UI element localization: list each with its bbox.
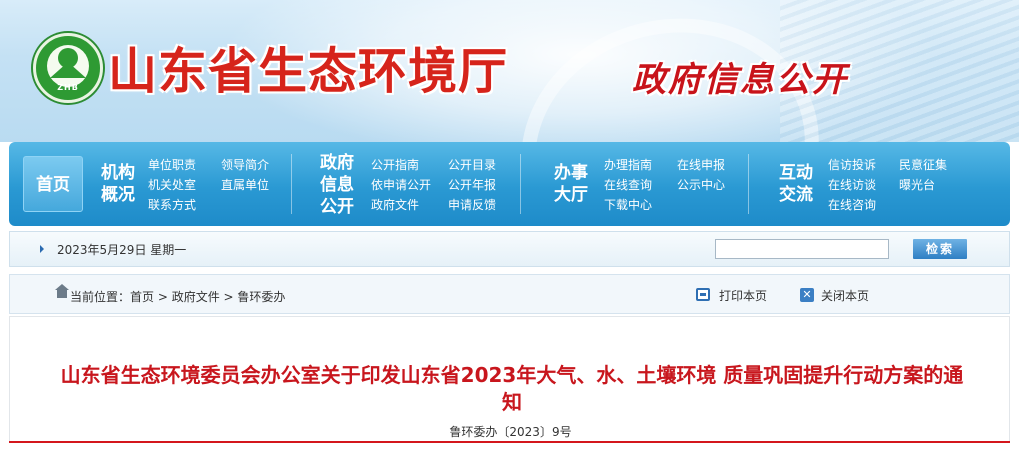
nav-home[interactable]: 首页 (23, 156, 83, 212)
nav-group-title-line: 互动 (779, 163, 813, 183)
nav-link-apply-feedback[interactable]: 申请反馈 (448, 196, 496, 213)
nav-group-title-line: 政府 (320, 153, 354, 173)
nav-link-subordinate-units[interactable]: 直属单位 (221, 176, 269, 193)
nav-link-online-consult[interactable]: 在线咨询 (828, 196, 876, 213)
print-page-link[interactable]: 打印本页 (719, 287, 767, 304)
nav-link-online-query[interactable]: 在线查询 (604, 176, 652, 193)
nav-link-service-guide[interactable]: 办理指南 (604, 156, 652, 173)
nav-group-interaction-title[interactable]: 互动 交流 (779, 162, 813, 206)
breadcrumb-separator: > (154, 290, 172, 304)
close-icon[interactable]: ✕ (800, 288, 814, 302)
nav-link-online-apply[interactable]: 在线申报 (677, 156, 725, 173)
nav-link-gov-documents[interactable]: 政府文件 (371, 196, 419, 213)
breadcrumb-item-current[interactable]: 鲁环委办 (237, 290, 285, 304)
site-logo[interactable]: ZHB (33, 33, 103, 103)
nav-group-title-line: 交流 (779, 185, 813, 205)
nav-link-exposure[interactable]: 曝光台 (899, 176, 935, 193)
nav-link-download-center[interactable]: 下载中心 (604, 196, 652, 213)
nav-group-title-line: 机构 (101, 163, 135, 183)
header-banner: ZHB 山东省生态环境厅 政府信息公开 (0, 0, 1019, 142)
print-icon[interactable] (696, 288, 710, 301)
nav-group-title-line: 大厅 (554, 185, 588, 205)
nav-link-apply-disclosure[interactable]: 依申请公开 (371, 176, 431, 193)
close-page-link[interactable]: 关闭本页 (821, 287, 869, 304)
nav-link-departments[interactable]: 机关处室 (148, 176, 196, 193)
nav-link-contact[interactable]: 联系方式 (148, 196, 196, 213)
site-title: 山东省生态环境厅 (108, 43, 509, 100)
document-content: 山东省生态环境委员会办公室关于印发山东省2023年大气、水、土壤环境 质量巩固提… (9, 316, 1010, 442)
nav-link-petition[interactable]: 信访投诉 (828, 156, 876, 173)
breadcrumb-label: 当前位置： (70, 290, 131, 304)
nav-group-title-line: 信息 (320, 175, 354, 195)
nav-group-title-line: 办事 (554, 163, 588, 183)
nav-group-org-title[interactable]: 机构 概况 (101, 162, 135, 206)
nav-group-title-line: 公开 (320, 197, 354, 217)
breadcrumb-bar: 当前位置：首页 > 政府文件 > 鲁环委办 打印本页 ✕ 关闭本页 (9, 274, 1010, 314)
nav-link-disclosure-guide[interactable]: 公开指南 (371, 156, 419, 173)
breadcrumb: 当前位置：首页 > 政府文件 > 鲁环委办 (70, 288, 285, 305)
nav-link-annual-report[interactable]: 公开年报 (448, 176, 496, 193)
nav-group-service-hall-title[interactable]: 办事 大厅 (554, 162, 588, 206)
breadcrumb-separator: > (219, 290, 238, 304)
date-search-bar: 2023年5月29日 星期一 检索 (9, 231, 1010, 267)
nav-group-gov-info-title[interactable]: 政府 信息 公开 (320, 152, 354, 218)
nav-link-leaders[interactable]: 领导简介 (221, 156, 269, 173)
breadcrumb-item-gov-docs[interactable]: 政府文件 (172, 290, 220, 304)
search-button[interactable]: 检索 (913, 239, 967, 259)
bullet-arrow-icon (40, 245, 44, 253)
document-title-line2: 知 (502, 390, 522, 414)
logo-text: ZHB (57, 83, 79, 92)
current-date: 2023年5月29日 星期一 (57, 243, 187, 257)
nav-divider (748, 154, 749, 214)
document-title: 山东省生态环境委员会办公室关于印发山东省2023年大气、水、土壤环境 质量巩固提… (22, 362, 1002, 416)
gov-info-title: 政府信息公开 (632, 60, 848, 100)
main-nav: 首页 机构 概况 单位职责 领导简介 机关处室 直属单位 联系方式 政府 信息 … (9, 142, 1010, 226)
document-number: 鲁环委办〔2023〕9号 (449, 425, 572, 439)
breadcrumb-item-home[interactable]: 首页 (130, 290, 154, 304)
nav-link-disclosure-catalog[interactable]: 公开目录 (448, 156, 496, 173)
red-divider (9, 441, 1010, 443)
search-input[interactable] (715, 239, 889, 259)
nav-link-notice-center[interactable]: 公示中心 (677, 176, 725, 193)
nav-link-online-interview[interactable]: 在线访谈 (828, 176, 876, 193)
document-title-line1: 山东省生态环境委员会办公室关于印发山东省2023年大气、水、土壤环境 质量巩固提… (60, 363, 964, 387)
logo-mountain-icon (50, 62, 86, 78)
nav-link-unit-duties[interactable]: 单位职责 (148, 156, 196, 173)
nav-divider (291, 154, 292, 214)
nav-link-opinion-collection[interactable]: 民意征集 (899, 156, 947, 173)
nav-group-title-line: 概况 (101, 185, 135, 205)
home-icon (55, 284, 69, 298)
nav-divider (520, 154, 521, 214)
